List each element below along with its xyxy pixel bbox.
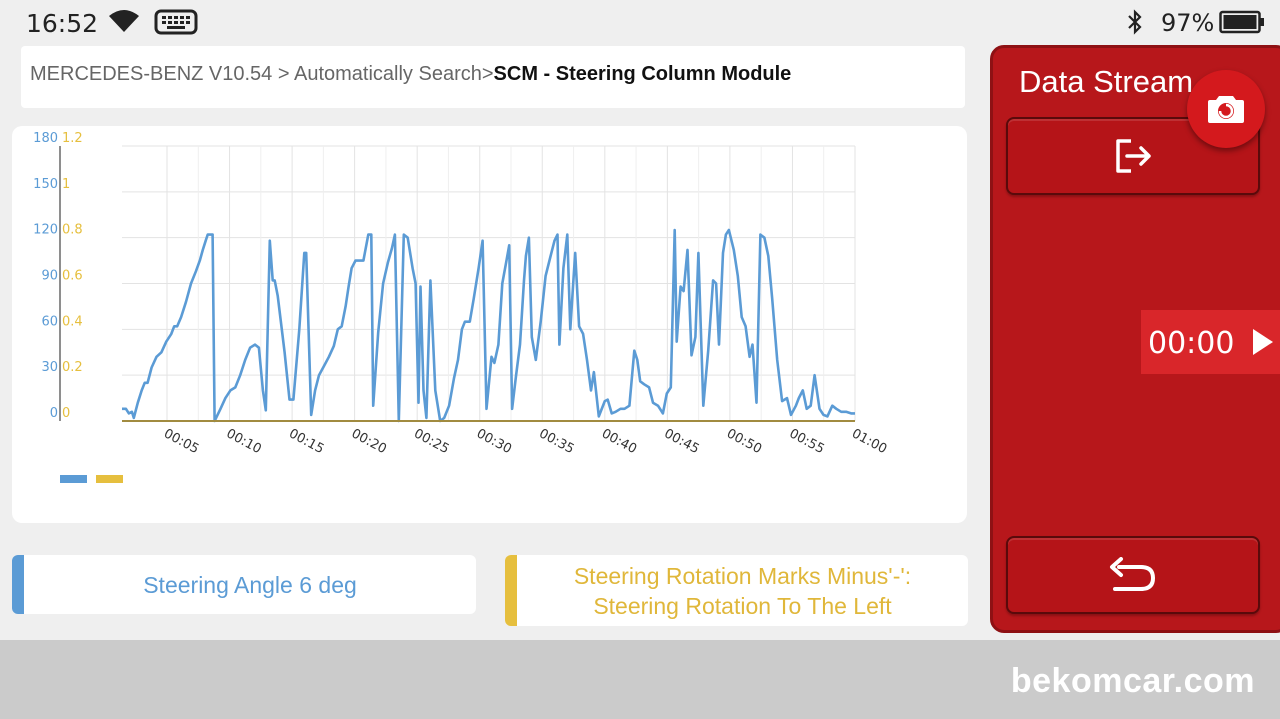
y-tick-label-right: 1	[62, 177, 70, 192]
y-tick-label-left: 90	[41, 269, 58, 284]
series-line-steering-angle	[122, 228, 855, 423]
screenshot-button[interactable]	[1187, 70, 1265, 148]
x-tick-label: 00:20	[349, 426, 389, 457]
timer-value: 00:00	[1148, 326, 1235, 361]
battery-icon	[1219, 10, 1264, 34]
value-card-text: Steering Angle 6 deg	[143, 571, 357, 598]
x-tick-label: 00:35	[536, 426, 576, 457]
value-card-steering-rotation[interactable]: Steering Rotation Marks Minus'-': Steeri…	[505, 555, 968, 626]
wifi-icon	[109, 10, 139, 32]
legend-swatch-steering-angle	[60, 475, 87, 483]
legend-swatch-steering-rotation	[96, 475, 123, 483]
y-tick-label-left: 150	[33, 177, 58, 192]
x-tick-label: 00:50	[724, 426, 764, 457]
status-bar: 16:52 97%	[0, 0, 1280, 44]
y-tick-label-left: 30	[41, 360, 58, 375]
watermark: bekomcar.com	[1010, 662, 1255, 700]
x-tick-label: 00:40	[599, 426, 639, 457]
x-tick-label: 00:25	[411, 426, 451, 457]
back-button[interactable]	[1006, 536, 1260, 614]
status-time: 16:52	[26, 9, 99, 38]
back-icon	[1110, 557, 1156, 591]
breadcrumb-current: SCM - Steering Column Module	[493, 63, 792, 85]
series-color-strip	[505, 555, 517, 626]
x-tick-label: 00:45	[661, 426, 701, 457]
y-tick-label-right: 0.2	[62, 360, 83, 375]
battery-percent: 97%	[1161, 9, 1215, 37]
x-tick-label: 00:55	[787, 426, 827, 457]
play-icon[interactable]	[1251, 327, 1275, 357]
x-tick-label: 00:10	[224, 426, 264, 457]
x-tick-label: 01:00	[849, 426, 889, 457]
y-tick-label-right: 0.8	[62, 223, 83, 238]
breadcrumb-path: MERCEDES-BENZ V10.54 > Automatically Sea…	[30, 63, 494, 85]
x-tick-label: 00:15	[286, 426, 326, 457]
camera-icon	[1208, 96, 1244, 123]
x-tick-label: 00:30	[474, 426, 514, 457]
y-tick-label-left: 120	[33, 223, 58, 238]
y-tick-label-left: 0	[50, 406, 58, 421]
value-card-text: Steering Rotation Marks Minus'-': Steeri…	[573, 562, 912, 619]
value-card-steering-angle[interactable]: Steering Angle 6 deg	[12, 555, 476, 614]
keyboard-icon	[154, 9, 198, 35]
bottom-band: bekomcar.com	[0, 640, 1280, 719]
y-tick-label-right: 0	[62, 406, 70, 421]
exit-icon	[1116, 139, 1151, 173]
line-chart: 180 1.2 150 1 120 0.8 90 0.6 60 0.4 30 0.2 0 0 00:05 00…	[33, 131, 889, 483]
chart-card: 180 1.2 150 1 120 0.8 90 0.6 60 0.4 30 0.2 0 0 00:05 00…	[12, 126, 967, 523]
breadcrumb: MERCEDES-BENZ V10.54 > Automatically Sea…	[21, 46, 965, 108]
record-timer[interactable]: 00:00	[1141, 310, 1280, 374]
y-tick-label-left: 180	[33, 131, 58, 146]
y-tick-label-right: 0.6	[62, 269, 83, 284]
bluetooth-icon	[1128, 9, 1142, 35]
x-tick-label: 00:05	[161, 426, 201, 457]
series-color-strip	[12, 555, 24, 614]
side-panel-title: Data Stream	[1019, 64, 1194, 99]
y-tick-label-right: 1.2	[62, 131, 83, 146]
y-tick-label-left: 60	[41, 314, 58, 329]
y-tick-label-right: 0.4	[62, 314, 83, 329]
